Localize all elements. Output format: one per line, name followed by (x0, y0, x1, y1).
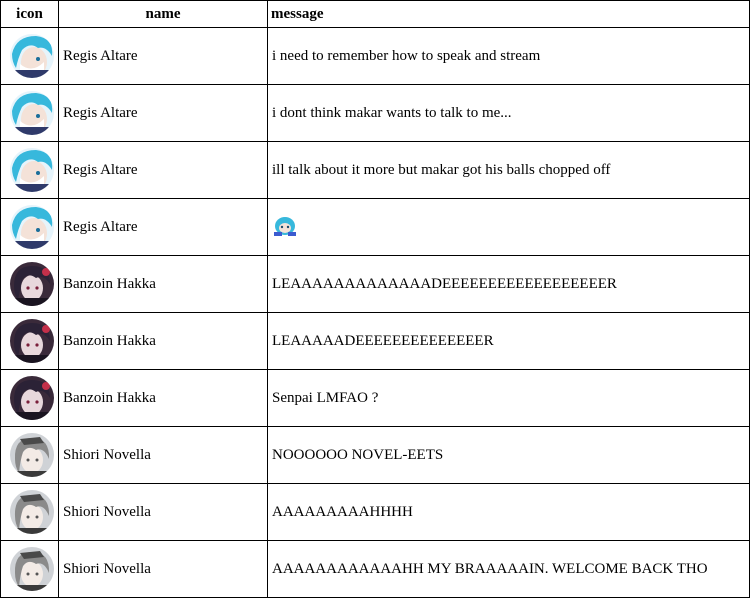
chat-table: icon name message Regis Altare i need to … (0, 0, 750, 598)
name-cell: Banzoin Hakka (58, 255, 268, 313)
regis-avatar (9, 205, 54, 249)
message-cell: AAAAAAAAAAAAHH MY BRAAAAAIN. WELCOME BAC… (267, 540, 750, 598)
name-cell: Banzoin Hakka (58, 312, 268, 370)
icon-cell (0, 255, 59, 313)
header-icon: icon (0, 0, 59, 28)
message-cell: i need to remember how to speak and stre… (267, 27, 750, 85)
message-cell: NOOOOOO NOVEL-EETS (267, 426, 750, 484)
banzoin-avatar (9, 262, 54, 306)
name-cell: Banzoin Hakka (58, 369, 268, 427)
name-cell: Regis Altare (58, 84, 268, 142)
table-row: Regis Altare (0, 198, 750, 256)
table-row: Banzoin Hakka LEAAAAAAAAAAAAADEEEEEEEEEEE… (0, 255, 750, 313)
table-row: Regis Altare i need to remember how to sp… (0, 27, 750, 85)
regis-avatar (9, 148, 54, 192)
message-cell: Senpai LMFAO ? (267, 369, 750, 427)
table-row: Regis Altare ill talk about it more but m… (0, 141, 750, 199)
message-cell: i dont think makar wants to talk to me..… (267, 84, 750, 142)
name-cell: Regis Altare (58, 27, 268, 85)
table-row: Shiori Novella AAAAAAAAAHHHH (0, 483, 750, 541)
icon-cell (0, 483, 59, 541)
message-cell: LEAAAAADEEEEEEEEEEEEEER (267, 312, 750, 370)
regis-avatar (9, 91, 54, 135)
icon-cell (0, 540, 59, 598)
icon-cell (0, 84, 59, 142)
banzoin-avatar (9, 376, 54, 420)
icon-cell (0, 312, 59, 370)
message-cell: LEAAAAAAAAAAAAADEEEEEEEEEEEEEEEEEER (267, 255, 750, 313)
name-cell: Regis Altare (58, 198, 268, 256)
name-cell: Regis Altare (58, 141, 268, 199)
icon-cell (0, 369, 59, 427)
header-row: icon name message (0, 0, 750, 28)
table-row: Regis Altare i dont think makar wants to … (0, 84, 750, 142)
icon-cell (0, 426, 59, 484)
header-message: message (267, 0, 750, 28)
shiori-avatar (9, 490, 54, 534)
table-body: Regis Altare i need to remember how to sp… (0, 27, 750, 598)
regis-avatar (9, 34, 54, 78)
blue-character-emote (272, 212, 298, 242)
icon-cell (0, 27, 59, 85)
table-row: Banzoin Hakka Senpai LMFAO ? (0, 369, 750, 427)
table-row: Shiori Novella NOOOOOO NOVEL-EETS (0, 426, 750, 484)
table-row: Banzoin Hakka LEAAAAADEEEEEEEEEEEEEER (0, 312, 750, 370)
icon-cell (0, 141, 59, 199)
shiori-avatar (9, 433, 54, 477)
message-cell (267, 198, 750, 256)
name-cell: Shiori Novella (58, 483, 268, 541)
message-cell: AAAAAAAAAHHHH (267, 483, 750, 541)
banzoin-avatar (9, 319, 54, 363)
message-cell: ill talk about it more but makar got his… (267, 141, 750, 199)
name-cell: Shiori Novella (58, 540, 268, 598)
name-cell: Shiori Novella (58, 426, 268, 484)
header-name: name (58, 0, 268, 28)
icon-cell (0, 198, 59, 256)
table-row: Shiori Novella AAAAAAAAAAAAHH MY BRAAAAAI… (0, 540, 750, 598)
shiori-avatar (9, 547, 54, 591)
